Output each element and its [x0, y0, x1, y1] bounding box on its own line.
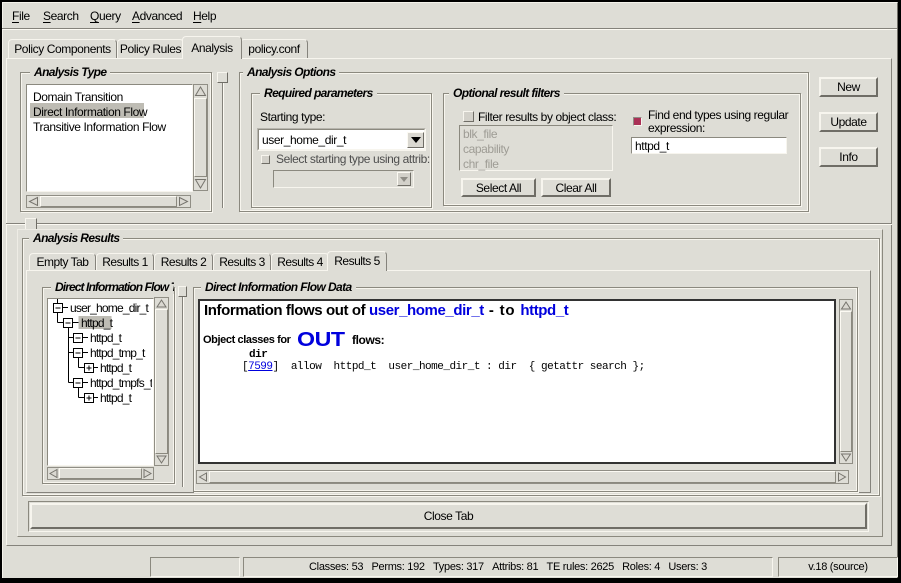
svg-text:user_home_dir_t: user_home_dir_t	[70, 301, 150, 315]
svg-text:httpd_tmp_t: httpd_tmp_t	[90, 346, 146, 360]
svg-text:httpd_t: httpd_t	[100, 391, 133, 405]
svg-text:httpd_tmpfs_t: httpd_tmpfs_t	[90, 376, 152, 390]
svg-text:httpd_t: httpd_t	[100, 361, 133, 375]
svg-text:httpd_t: httpd_t	[81, 316, 114, 330]
svg-text:httpd_t: httpd_t	[90, 331, 123, 345]
